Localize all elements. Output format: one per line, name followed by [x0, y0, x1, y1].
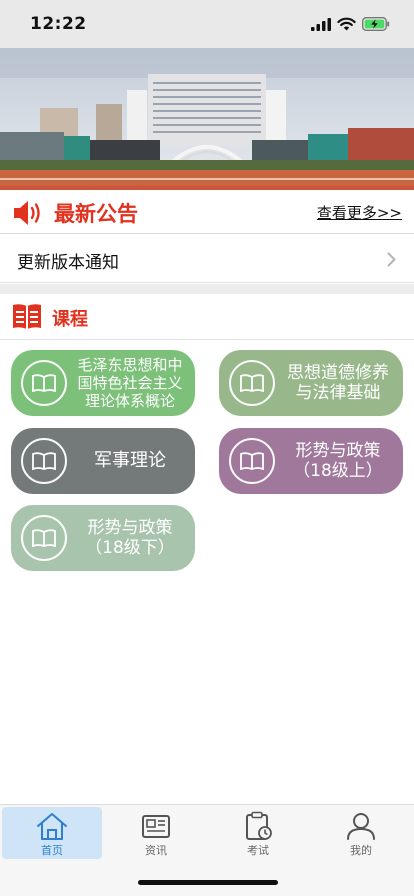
course-card-policy-18b[interactable]: 形势与政策 （18级下）: [11, 505, 195, 571]
battery-charging-icon: [362, 17, 390, 31]
signal-icon: [311, 17, 331, 31]
open-book-icon: [21, 438, 67, 484]
course-header: 课程: [0, 294, 414, 340]
wifi-icon: [337, 17, 356, 31]
status-bar: 12:22: [0, 0, 414, 48]
notice-item-label: 更新版本通知: [17, 253, 119, 273]
notice-title: 最新公告: [54, 202, 138, 226]
tab-profile[interactable]: 我的: [311, 807, 411, 859]
tab-label: 我的: [350, 844, 372, 857]
speaker-icon: [14, 201, 40, 225]
course-card-label: 形势与政策 （18级上）: [293, 440, 383, 481]
course-card-label: 军事理论: [94, 450, 166, 472]
book-icon: [13, 304, 41, 329]
campus-building-photo: [0, 48, 414, 190]
course-card-label: 毛泽东思想和中 国特色社会主义 理论体系概论: [77, 356, 183, 410]
tab-home[interactable]: 首页: [2, 807, 102, 859]
status-time: 12:22: [30, 14, 87, 34]
notice-list-item[interactable]: 更新版本通知: [0, 235, 414, 283]
tab-label: 资讯: [145, 844, 167, 857]
home-indicator: [138, 880, 278, 885]
course-card-policy-18a[interactable]: 形势与政策 （18级上）: [219, 428, 403, 494]
course-card-sixiu[interactable]: 思想道德修养 与法律基础: [219, 350, 403, 416]
course-card-maogai[interactable]: 毛泽东思想和中 国特色社会主义 理论体系概论: [11, 350, 195, 416]
person-icon: [347, 813, 375, 840]
tab-exam[interactable]: 考试: [208, 807, 308, 859]
open-book-icon: [21, 515, 67, 561]
course-card-label: 形势与政策 （18级下）: [85, 517, 175, 558]
home-icon: [37, 813, 67, 840]
course-card-military[interactable]: 军事理论: [11, 428, 195, 494]
chevron-right-icon: [387, 252, 396, 267]
open-book-icon: [21, 360, 67, 406]
newspaper-icon: [142, 815, 170, 838]
tab-news[interactable]: 资讯: [106, 807, 206, 859]
open-book-icon: [229, 360, 275, 406]
view-more-link[interactable]: 查看更多>>: [317, 202, 402, 223]
section-divider: [0, 284, 414, 294]
tab-label: 首页: [41, 844, 63, 857]
tab-label: 考试: [247, 844, 269, 857]
course-title: 课程: [52, 309, 88, 330]
clipboard-clock-icon: [246, 811, 272, 840]
course-card-label: 思想道德修养 与法律基础: [287, 362, 389, 403]
notice-header: 最新公告 查看更多>>: [0, 190, 414, 234]
campus-banner: [0, 48, 414, 190]
status-icons: [311, 17, 390, 31]
open-book-icon: [229, 438, 275, 484]
